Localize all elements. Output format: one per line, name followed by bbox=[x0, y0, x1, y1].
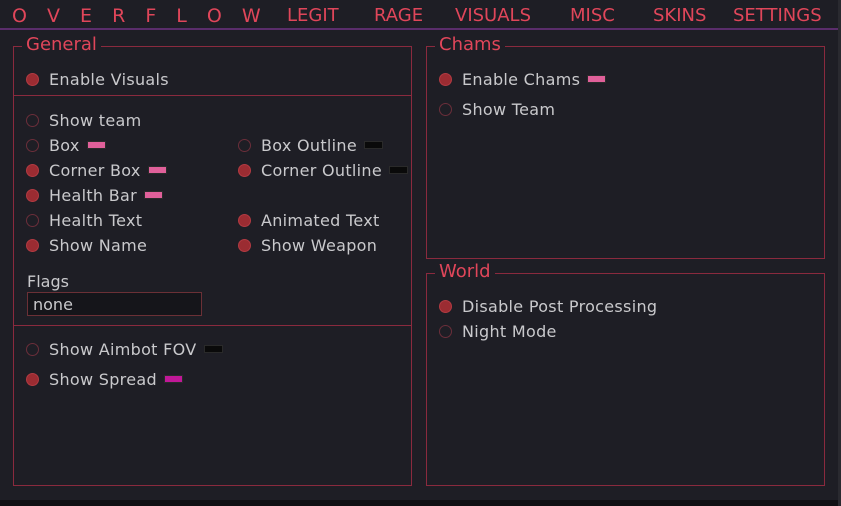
checkbox[interactable] bbox=[26, 72, 39, 86]
show-spread-label: Show Spread bbox=[49, 369, 157, 389]
show-weapon-label: Show Weapon bbox=[261, 235, 378, 255]
checkbox[interactable] bbox=[439, 324, 452, 338]
divider bbox=[14, 95, 411, 96]
corner-box-color-swatch[interactable] bbox=[147, 166, 167, 174]
enable-chams-label: Enable Chams bbox=[462, 69, 581, 89]
box-outline-color-swatch[interactable] bbox=[364, 141, 384, 149]
show-name-label: Show Name bbox=[49, 235, 148, 255]
tab-misc[interactable]: MISC bbox=[570, 5, 615, 26]
checkbox[interactable] bbox=[439, 299, 452, 313]
flags-label: Flags bbox=[27, 272, 69, 291]
tab-settings[interactable]: SETTINGS bbox=[733, 5, 822, 26]
checkbox[interactable] bbox=[439, 102, 452, 116]
health-bar-label: Health Bar bbox=[49, 185, 137, 205]
show-weapon-toggle[interactable]: Show Weapon bbox=[238, 235, 377, 255]
checkbox[interactable] bbox=[26, 113, 39, 127]
health-text-toggle[interactable]: Health Text bbox=[26, 210, 142, 230]
checkbox[interactable] bbox=[238, 138, 251, 152]
show-name-toggle[interactable]: Show Name bbox=[26, 235, 147, 255]
window-bottom-edge bbox=[0, 500, 841, 506]
chams-show-team-label: Show Team bbox=[462, 99, 556, 119]
spread-color-swatch[interactable] bbox=[163, 375, 183, 383]
checkbox[interactable] bbox=[238, 213, 251, 227]
chams-panel-title: Chams bbox=[435, 34, 505, 55]
show-aimbot-fov-toggle[interactable]: Show Aimbot FOV bbox=[26, 339, 223, 359]
show-aimbot-fov-label: Show Aimbot FOV bbox=[49, 339, 197, 359]
chams-panel: Chams Enable Chams Show Team bbox=[426, 34, 825, 259]
divider bbox=[14, 325, 411, 326]
tab-legit[interactable]: LEGIT bbox=[287, 5, 339, 26]
box-label: Box bbox=[49, 135, 80, 155]
box-toggle[interactable]: Box bbox=[26, 135, 106, 155]
app-logo: O V E R F L O W bbox=[12, 5, 268, 27]
disable-post-processing-label: Disable Post Processing bbox=[462, 296, 658, 316]
flags-dropdown[interactable]: none bbox=[27, 292, 202, 316]
health-bar-color-swatch[interactable] bbox=[143, 191, 163, 199]
checkbox[interactable] bbox=[238, 238, 251, 252]
corner-outline-label: Corner Outline bbox=[261, 160, 382, 180]
world-panel-title: World bbox=[435, 261, 495, 282]
disable-post-processing-toggle[interactable]: Disable Post Processing bbox=[439, 296, 657, 316]
box-outline-toggle[interactable]: Box Outline bbox=[238, 135, 384, 155]
tab-skins[interactable]: SKINS bbox=[653, 5, 706, 26]
chams-show-team-toggle[interactable]: Show Team bbox=[439, 99, 555, 119]
top-bar: O V E R F L O W LEGIT RAGE VISUALS MISC … bbox=[0, 0, 838, 30]
tab-rage[interactable]: RAGE bbox=[374, 5, 423, 26]
enable-visuals-label: Enable Visuals bbox=[49, 69, 169, 89]
night-mode-label: Night Mode bbox=[462, 321, 557, 341]
aimbot-fov-color-swatch[interactable] bbox=[203, 345, 223, 353]
health-bar-toggle[interactable]: Health Bar bbox=[26, 185, 163, 205]
checkbox[interactable] bbox=[26, 342, 39, 356]
health-text-label: Health Text bbox=[49, 210, 143, 230]
corner-outline-color-swatch[interactable] bbox=[389, 166, 408, 174]
animated-text-label: Animated Text bbox=[261, 210, 380, 230]
checkbox[interactable] bbox=[238, 163, 251, 177]
enable-visuals-toggle[interactable]: Enable Visuals bbox=[26, 69, 169, 89]
enable-chams-toggle[interactable]: Enable Chams bbox=[439, 69, 607, 89]
show-team-label: Show team bbox=[49, 110, 142, 130]
animated-text-toggle[interactable]: Animated Text bbox=[238, 210, 380, 230]
show-spread-toggle[interactable]: Show Spread bbox=[26, 369, 183, 389]
corner-box-toggle[interactable]: Corner Box bbox=[26, 160, 167, 180]
corner-outline-toggle[interactable]: Corner Outline bbox=[238, 160, 408, 180]
chams-color-swatch[interactable] bbox=[587, 75, 607, 83]
checkbox[interactable] bbox=[26, 213, 39, 227]
general-panel-title: General bbox=[22, 34, 101, 55]
checkbox[interactable] bbox=[439, 72, 452, 86]
checkbox[interactable] bbox=[26, 188, 39, 202]
checkbox[interactable] bbox=[26, 238, 39, 252]
corner-box-label: Corner Box bbox=[49, 160, 141, 180]
box-outline-label: Box Outline bbox=[261, 135, 358, 155]
checkbox[interactable] bbox=[26, 163, 39, 177]
checkbox[interactable] bbox=[26, 138, 39, 152]
checkbox[interactable] bbox=[26, 372, 39, 386]
show-team-toggle[interactable]: Show team bbox=[26, 110, 141, 130]
box-color-swatch[interactable] bbox=[86, 141, 106, 149]
general-panel: General Enable Visuals Show team Box Box… bbox=[13, 34, 412, 486]
night-mode-toggle[interactable]: Night Mode bbox=[439, 321, 557, 341]
cheat-menu-window: O V E R F L O W LEGIT RAGE VISUALS MISC … bbox=[0, 0, 838, 500]
tab-visuals[interactable]: VISUALS bbox=[455, 5, 531, 26]
world-panel: World Disable Post Processing Night Mode bbox=[426, 261, 825, 486]
